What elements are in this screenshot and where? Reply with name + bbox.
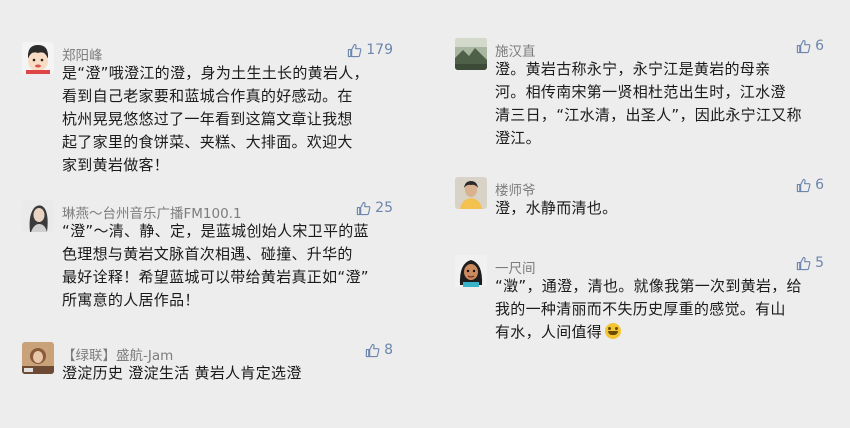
commenter-name[interactable]: 施汉直 <box>495 40 536 60</box>
like-button[interactable]: 6 <box>796 38 824 54</box>
comment-text: “澄”～清、静、定，是蓝城创始人宋卫平的蓝 色理想与黄岩文脉首次相遇、碰撞、升华… <box>62 222 369 309</box>
like-count: 6 <box>815 38 824 54</box>
thumbs-up-icon <box>348 43 362 57</box>
like-button[interactable]: 5 <box>796 255 824 271</box>
commenter-name[interactable]: 楼师爷 <box>495 179 536 199</box>
comment-item: 郑阳峰 179 是“澄”哦澄江的澄，身为土生土长的黄岩人， 看到自己老家要和蓝城… <box>0 42 425 174</box>
comment-text: 是“澄”哦澄江的澄，身为土生土长的黄岩人， 看到自己老家要和蓝城合作真的好感动。… <box>62 64 369 174</box>
like-button[interactable]: 25 <box>356 200 393 216</box>
commenter-name[interactable]: 一尺间 <box>495 257 536 277</box>
man-portrait-avatar-icon[interactable] <box>455 177 487 209</box>
comment-item: 楼师爷 6 澄，水静而清也。 <box>425 177 850 227</box>
like-count: 5 <box>815 255 824 271</box>
smile-emoji-icon <box>605 323 622 339</box>
thumbs-up-icon <box>796 256 811 270</box>
like-button[interactable]: 179 <box>347 42 393 58</box>
like-button[interactable]: 8 <box>365 342 393 358</box>
comment-text: “澂”，通澄，清也。就像我第一次到黄岩，给 我的一种清丽而不失历史厚重的感觉。有… <box>495 275 825 344</box>
comment-text-body: “澂”，通澄，清也。就像我第一次到黄岩，给 我的一种清丽而不失历史厚重的感觉。有… <box>495 277 802 341</box>
commenter-name[interactable]: 【绿联】盛航-Jam <box>62 344 173 364</box>
commenter-name[interactable]: 琳燕～台州音乐广播FM100.1 <box>62 202 242 222</box>
cartoon-boy-avatar-icon[interactable] <box>22 42 54 74</box>
comment-text: 澄，水静而清也。 <box>495 199 618 217</box>
comment-item: 琳燕～台州音乐广播FM100.1 25 “澄”～清、静、定，是蓝城创始人宋卫平的… <box>0 200 425 310</box>
comment-text: 澄淀历史 澄淀生活 黄岩人肯定选澄 <box>62 364 302 382</box>
thumbs-up-icon <box>796 178 811 192</box>
like-button[interactable]: 6 <box>796 177 824 193</box>
thumbs-up-icon <box>365 343 380 357</box>
comment-item: 一尺间 5 “澂”，通澄，清也。就像我第一次到黄岩，给 我的一种清丽而不失历史厚… <box>425 255 850 345</box>
like-count: 8 <box>384 342 393 358</box>
comment-text: 澄。黄岩古称永宁，永宁江是黄岩的母亲 河。相传南宋第一贤相杜范出生时，江水澄 清… <box>495 60 802 147</box>
woman-portrait-avatar-icon[interactable] <box>22 200 54 232</box>
thumbs-up-icon <box>796 39 811 53</box>
photo-avatar-icon[interactable] <box>22 342 54 374</box>
like-count: 25 <box>375 200 393 216</box>
commenter-name[interactable]: 郑阳峰 <box>62 44 103 64</box>
thumbs-up-icon <box>357 201 371 215</box>
comment-item: 施汉直 6 澄。黄岩古称永宁，永宁江是黄岩的母亲 河。相传南宋第一贤相杜范出生时… <box>425 38 850 148</box>
comment-item: 【绿联】盛航-Jam 8 澄淀历史 澄淀生活 黄岩人肯定选澄 <box>0 342 425 392</box>
like-count: 6 <box>815 177 824 193</box>
like-count: 179 <box>366 42 393 58</box>
landscape-avatar-icon[interactable] <box>455 38 487 70</box>
cartoon-girl-avatar-icon[interactable] <box>455 255 487 287</box>
